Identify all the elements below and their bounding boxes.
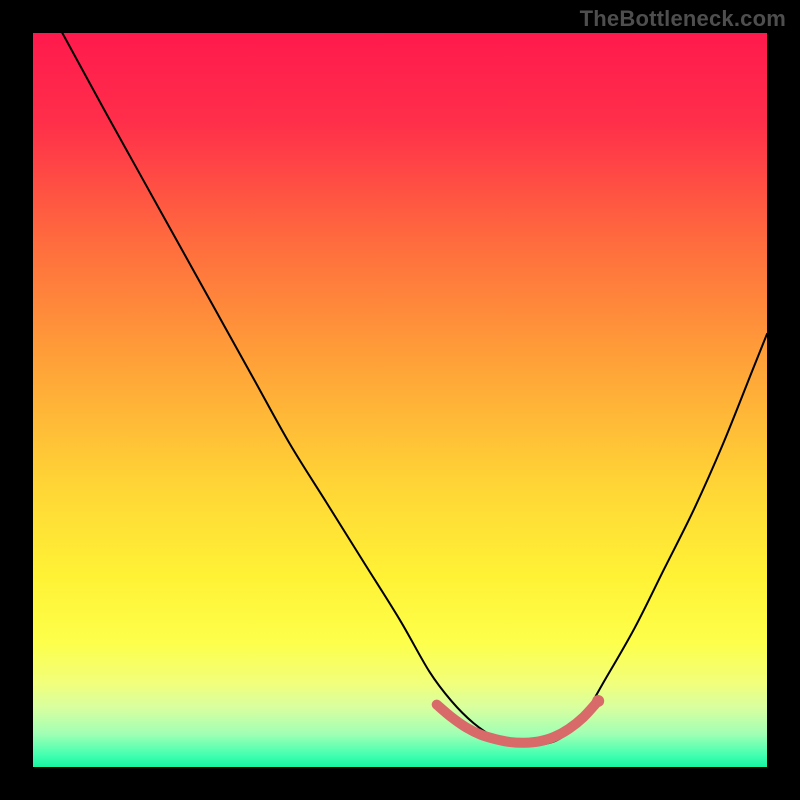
watermark-text: TheBottleneck.com <box>580 6 786 32</box>
chart-frame: TheBottleneck.com <box>0 0 800 800</box>
bottleneck-curve <box>62 33 767 746</box>
optimal-band-end-dot <box>592 695 604 707</box>
optimal-band <box>437 701 598 743</box>
chart-svg <box>33 33 767 767</box>
plot-area <box>33 33 767 767</box>
